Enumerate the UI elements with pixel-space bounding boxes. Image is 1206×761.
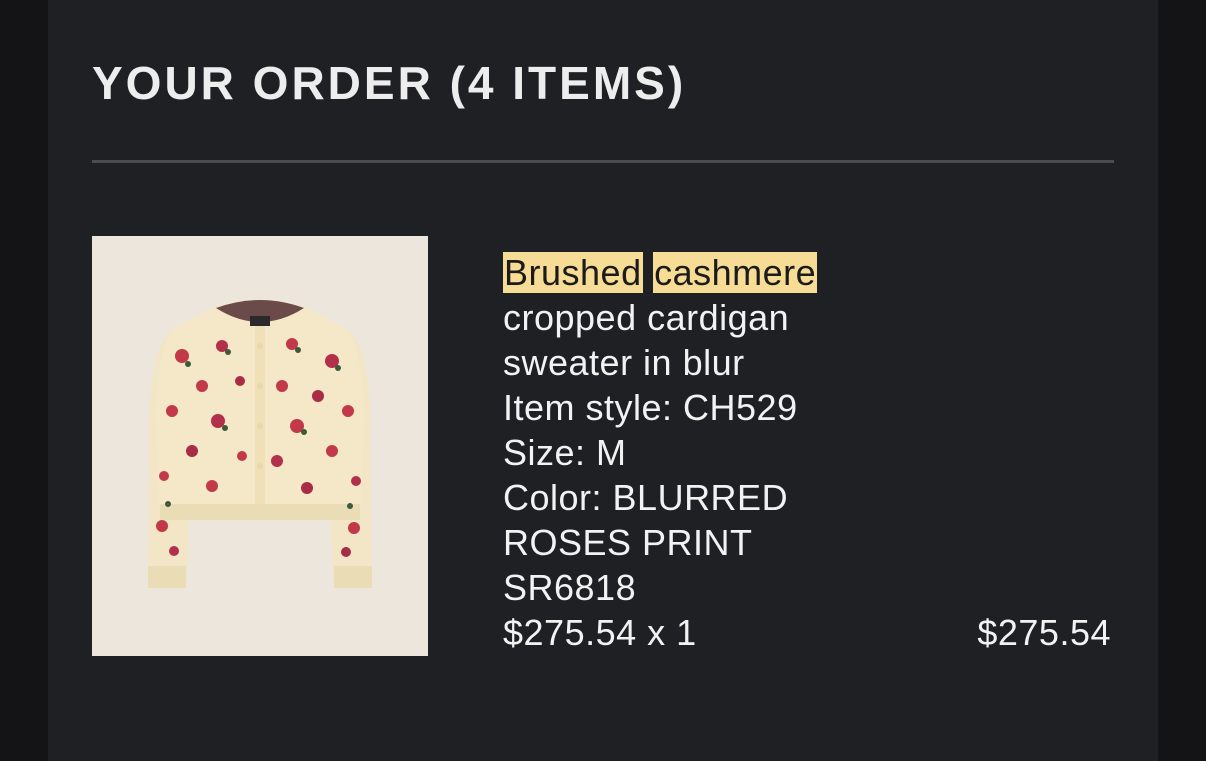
order-heading: YOUR ORDER (4 ITEMS) — [92, 57, 687, 109]
item-unit-price-quantity: $275.54 x 1 — [503, 612, 697, 653]
item-name-line-2[interactable]: cropped cardigan — [503, 295, 923, 340]
item-color-code: SR6818 — [503, 567, 637, 608]
button — [257, 463, 263, 469]
item-name-highlight-1: Brushed — [503, 252, 643, 293]
divider — [92, 160, 1114, 163]
ribbed-hem — [160, 504, 360, 520]
item-name-line-1[interactable]: Brushed cashmere — [503, 250, 923, 295]
button — [257, 423, 263, 429]
button — [257, 383, 263, 389]
item-name-highlight-2: cashmere — [653, 252, 818, 293]
item-color-line-1: Color: BLURRED — [503, 477, 789, 518]
left-cuff — [148, 566, 186, 588]
product-image[interactable] — [92, 236, 428, 656]
item-size: Size: M — [503, 432, 627, 473]
cardigan-illustration — [148, 299, 372, 588]
right-cuff — [334, 566, 372, 588]
item-style: Item style: CH529 — [503, 387, 798, 428]
brand-label — [250, 316, 270, 326]
order-summary-panel: YOUR ORDER (4 ITEMS) Brushed cashmere cr… — [48, 0, 1158, 761]
button — [257, 343, 263, 349]
item-total-price: $275.54 — [977, 612, 1111, 653]
item-color-line-2: ROSES PRINT — [503, 522, 753, 563]
item-name-line-3[interactable]: sweater in blur — [503, 340, 923, 385]
button-placket — [255, 326, 265, 518]
item-details: Brushed cashmere cropped cardigan sweate… — [503, 250, 923, 655]
